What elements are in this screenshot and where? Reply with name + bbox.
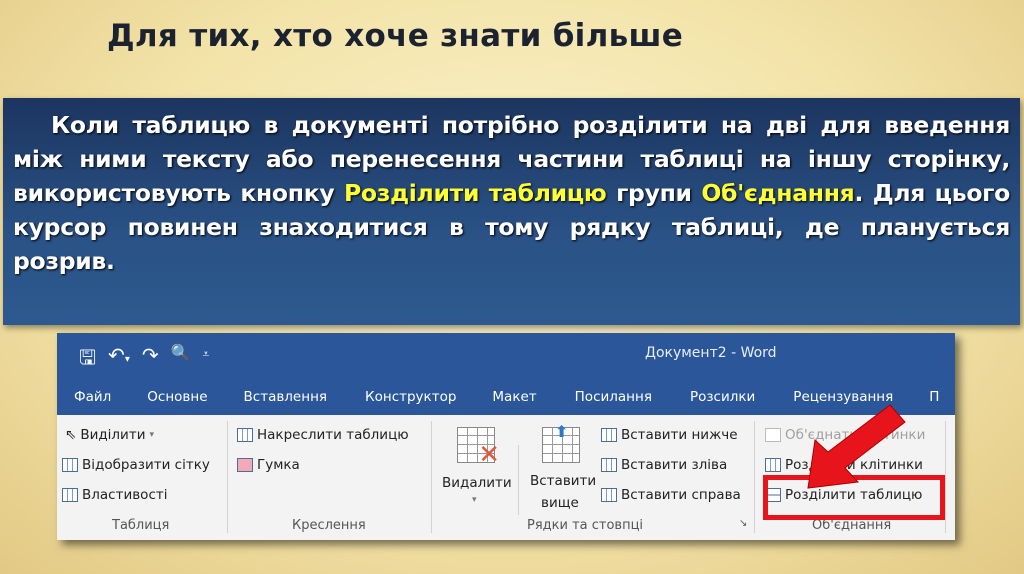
insert-left-button[interactable]: Вставити зліва bbox=[601, 457, 727, 473]
redo-icon[interactable]: ↷ bbox=[142, 343, 159, 377]
text-box: Коли таблицю в документі потрібно розділ… bbox=[3, 98, 1020, 325]
insert-right-button[interactable]: Вставити справа bbox=[601, 487, 741, 503]
red-arrow-icon bbox=[807, 404, 906, 489]
undo-icon[interactable]: ↶▾ bbox=[108, 343, 130, 377]
tab-mailings[interactable]: Розсилки bbox=[690, 389, 755, 405]
insert-below-icon bbox=[601, 428, 617, 442]
body-text: Коли таблицю в документі потрібно розділ… bbox=[13, 111, 1010, 275]
quick-access-toolbar: 🖫 ↶▾ ↷ 🔍 ⩡ bbox=[79, 343, 209, 377]
grid-icon bbox=[62, 458, 78, 472]
tab-view[interactable]: П bbox=[929, 389, 939, 405]
highlight-merge-group: Об'єднання bbox=[701, 179, 855, 207]
tab-references[interactable]: Посилання bbox=[575, 389, 652, 405]
undo-dropdown-icon[interactable]: ▾ bbox=[125, 354, 130, 365]
eraser-icon bbox=[237, 458, 253, 472]
tab-design[interactable]: Конструктор bbox=[365, 389, 456, 405]
tab-layout[interactable]: Макет bbox=[492, 389, 536, 405]
insert-below-button[interactable]: Вставити нижче bbox=[601, 427, 738, 443]
pencil-table-icon bbox=[237, 428, 253, 442]
group-label-merge: Об'єднання bbox=[812, 518, 892, 533]
customize-qat-icon[interactable]: ⩡ bbox=[203, 343, 210, 377]
document-title: Документ2 - Word bbox=[645, 345, 777, 361]
insert-left-icon bbox=[601, 458, 617, 472]
print-preview-icon[interactable]: 🔍 bbox=[171, 343, 191, 377]
delete-table-icon: ✕ bbox=[457, 427, 500, 470]
highlight-split-table: Розділити таблицю bbox=[344, 179, 607, 207]
table-properties-icon bbox=[62, 488, 78, 502]
dialog-launcher-icon[interactable]: ↘ bbox=[739, 518, 747, 529]
insert-right-icon bbox=[601, 488, 617, 502]
tab-home[interactable]: Основне bbox=[147, 389, 207, 405]
properties-button[interactable]: Властивості bbox=[62, 487, 167, 503]
save-icon[interactable]: 🖫 bbox=[79, 343, 96, 377]
select-button[interactable]: ⇖ Виділити ▾ bbox=[65, 427, 154, 443]
group-label-draw: Креслення bbox=[292, 518, 366, 533]
tab-insert[interactable]: Вставлення bbox=[244, 389, 328, 405]
merge-cells-icon bbox=[765, 428, 781, 442]
cursor-icon: ⇖ bbox=[65, 427, 77, 443]
title-bar: 🖫 ↶▾ ↷ 🔍 ⩡ Документ2 - Word bbox=[57, 333, 955, 378]
insert-above-icon: ⬆ bbox=[542, 422, 580, 463]
tab-file[interactable]: Файл bbox=[74, 389, 111, 405]
eraser-button[interactable]: Гумка bbox=[237, 457, 300, 473]
view-gridlines-button[interactable]: Відобразити сітку bbox=[62, 457, 210, 473]
group-label-table: Таблиця bbox=[112, 518, 170, 533]
slide-title: Для тих, хто хоче знати більше bbox=[107, 18, 684, 54]
split-cells-icon bbox=[765, 458, 781, 472]
draw-table-button[interactable]: Накреслити таблицю bbox=[237, 427, 409, 443]
group-label-rows-columns: Рядки та стовпці bbox=[527, 518, 644, 533]
